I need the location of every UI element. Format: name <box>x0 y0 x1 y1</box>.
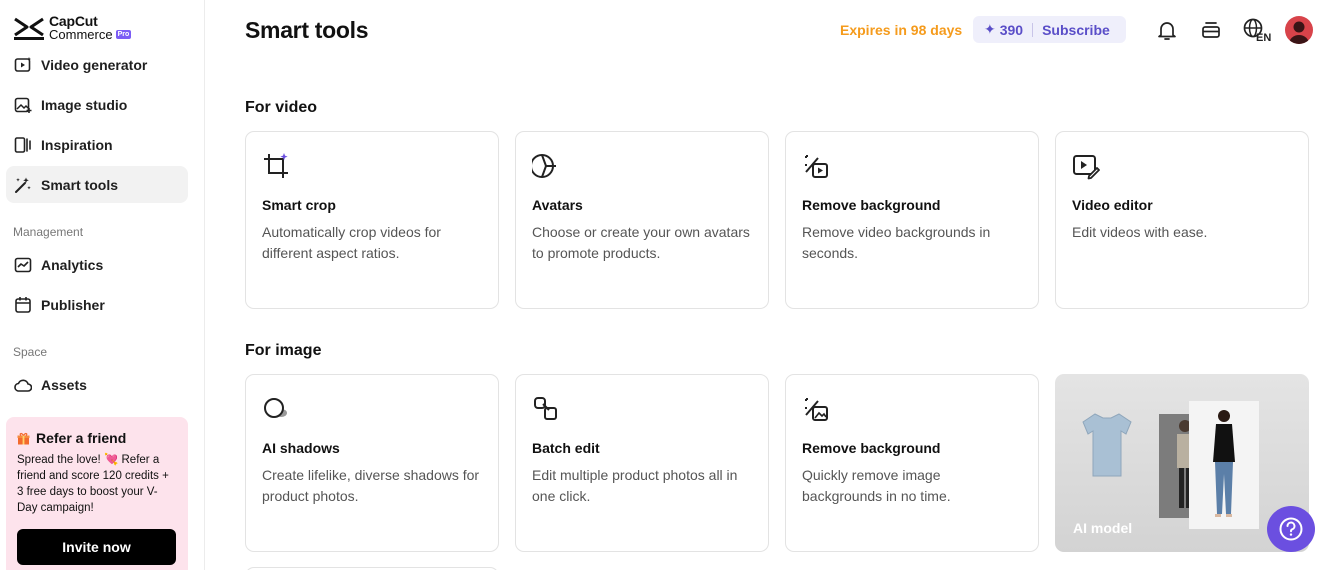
card-title: Remove background <box>802 440 941 456</box>
capcut-logo-icon <box>14 17 44 40</box>
image-studio-icon <box>14 96 32 114</box>
sidebar-item-label: Smart tools <box>41 176 119 193</box>
card-description: Edit videos with ease. <box>1072 224 1208 240</box>
for-video-heading: For video <box>245 99 318 116</box>
sidebar-item-analytics[interactable]: Analytics <box>6 246 188 283</box>
sidebar-item-label: Image studio <box>41 96 128 113</box>
language-globe-icon[interactable]: EN <box>1242 17 1276 43</box>
card-title: Video editor <box>1072 197 1153 213</box>
space-section-label: Space <box>13 345 48 359</box>
brand-subname: Commerce <box>49 27 113 42</box>
language-code: EN <box>1256 32 1271 43</box>
sidebar: CapCut Commerce Pro Video generator Image… <box>0 0 205 570</box>
page-title: Smart tools <box>245 17 369 43</box>
sidebar-item-assets[interactable]: Assets <box>6 366 188 403</box>
capcut-commerce-logo[interactable]: CapCut Commerce Pro <box>13 14 132 43</box>
sidebar-item-label: Analytics <box>41 256 104 273</box>
refer-body-intro: Spread the love! <box>17 454 101 466</box>
video-editor-card[interactable]: Video editor Edit videos with ease. <box>1055 131 1309 309</box>
management-section-label: Management <box>13 225 84 239</box>
ai-model-label: AI model <box>1073 520 1133 536</box>
sidebar-item-image-studio[interactable]: Image studio <box>6 86 188 123</box>
card-description: Automatically crop videos for different … <box>262 224 441 261</box>
magic-wand-icon <box>14 176 32 194</box>
shadow-icon <box>262 394 292 424</box>
remove-bg-video-icon <box>802 151 832 181</box>
sidebar-item-label: Assets <box>41 376 87 393</box>
divider <box>1032 22 1034 37</box>
crop-icon <box>262 151 292 181</box>
card-description: Create lifelike, diverse shadows for pro… <box>262 467 480 504</box>
subscribe-link[interactable]: Subscribe <box>1042 22 1110 38</box>
avatars-card[interactable]: Avatars Choose or create your own avatar… <box>515 131 769 309</box>
card-title: AI shadows <box>262 440 340 456</box>
refer-title: Refer a friend <box>36 430 127 446</box>
avatar-face-icon <box>532 151 562 181</box>
credits-sparkle-icon: ✦ <box>984 21 996 37</box>
help-question-icon[interactable] <box>1267 506 1315 552</box>
smart-crop-card[interactable]: Smart crop Automatically crop videos for… <box>245 131 499 309</box>
refer-a-friend-panel: Refer a friend Spread the love! 💘 Refer … <box>6 417 188 570</box>
sidebar-item-smart-tools[interactable]: Smart tools <box>6 166 188 203</box>
batch-edit-card[interactable]: Batch edit Edit multiple product photos … <box>515 374 769 552</box>
remove-bg-image-icon <box>802 394 832 424</box>
remove-background-image-card[interactable]: Remove background Quickly remove image b… <box>785 374 1039 552</box>
for-image-heading: For image <box>245 342 322 359</box>
chart-icon <box>14 256 32 274</box>
invite-now-button[interactable]: Invite now <box>17 529 176 565</box>
remove-background-video-card[interactable]: Remove background Remove video backgroun… <box>785 131 1039 309</box>
calendar-icon <box>14 296 32 314</box>
video-edit-icon <box>1072 151 1102 181</box>
card-title: Avatars <box>532 197 583 213</box>
sidebar-item-inspiration[interactable]: Inspiration <box>6 126 188 163</box>
gift-icon <box>17 432 30 444</box>
card-description: Choose or create your own avatars to pro… <box>532 224 750 261</box>
credits-subscribe-box[interactable]: ✦ 390 Subscribe <box>973 16 1126 43</box>
card-title: Remove background <box>802 197 941 213</box>
pro-badge: Pro <box>115 30 132 39</box>
card-description: Edit multiple product photos all in one … <box>532 467 738 504</box>
stack-menu-icon[interactable] <box>1198 17 1224 43</box>
subscription-expiry: Expires in 98 days <box>840 22 963 38</box>
inspiration-icon <box>14 136 32 154</box>
heart-icon: 💘 <box>103 454 119 466</box>
card-description: Quickly remove image backgrounds in no t… <box>802 467 951 504</box>
card-title: Smart crop <box>262 197 336 213</box>
sidebar-item-label: Inspiration <box>41 136 113 153</box>
sidebar-item-publisher[interactable]: Publisher <box>6 286 188 323</box>
sidebar-item-label: Publisher <box>41 296 105 313</box>
ai-shadows-card[interactable]: AI shadows Create lifelike, diverse shad… <box>245 374 499 552</box>
sidebar-item-label: Video generator <box>41 56 148 73</box>
video-generator-icon <box>14 56 32 74</box>
batch-edit-icon <box>532 394 562 424</box>
user-avatar[interactable] <box>1285 16 1313 44</box>
sidebar-item-video-generator[interactable]: Video generator <box>6 46 188 83</box>
notifications-bell-icon[interactable] <box>1154 17 1180 43</box>
cloud-icon <box>14 376 32 394</box>
credits-count: 390 <box>999 21 1024 38</box>
card-title: Batch edit <box>532 440 600 456</box>
card-description: Remove video backgrounds in seconds. <box>802 224 991 261</box>
